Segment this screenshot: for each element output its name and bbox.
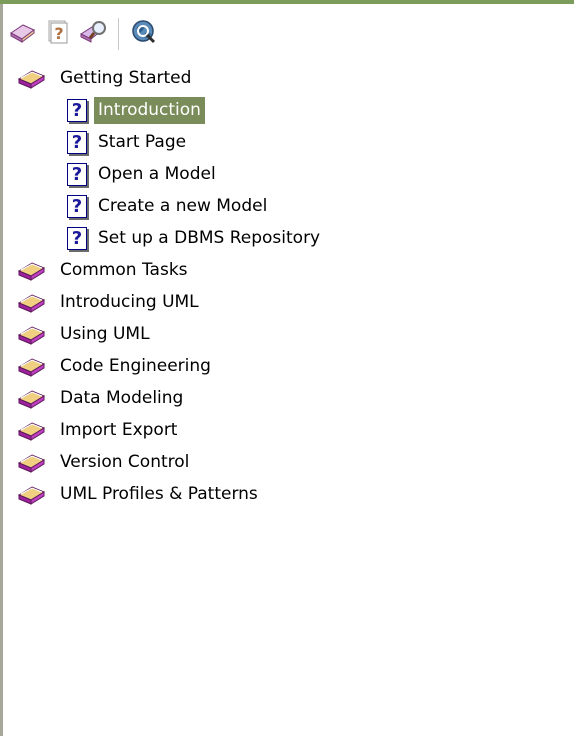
tree-item-label: Open a Model [98, 163, 216, 184]
tree-item-label: Introduction [94, 96, 205, 124]
tree-item-label: Data Modeling [60, 387, 184, 408]
tree-item-set-up-dbms-repository[interactable]: ? Set up a DBMS Repository [16, 222, 556, 254]
tree-item-label: Create a new Model [98, 195, 268, 216]
help-contents-pane: ? Getting Started ? Introduction ? Start… [0, 0, 574, 736]
web-globe-icon [130, 18, 158, 50]
tree-item-label: Start Page [98, 131, 187, 152]
tree-item-common-tasks[interactable]: Common Tasks [16, 254, 556, 286]
top-border [0, 0, 574, 4]
tree-item-label: UML Profiles & Patterns [60, 483, 258, 504]
tree-item-label: Common Tasks [60, 259, 188, 280]
tree-item-code-engineering[interactable]: Code Engineering [16, 350, 556, 382]
contents-tree: Getting Started ? Introduction ? Start P… [16, 62, 556, 510]
toolbar-separator [118, 18, 120, 50]
tree-item-label: Set up a DBMS Repository [98, 227, 321, 248]
web-button[interactable] [128, 18, 160, 50]
tree-item-using-uml[interactable]: Using UML [16, 318, 556, 350]
tree-item-label: Code Engineering [60, 355, 211, 376]
tree-item-version-control[interactable]: Version Control [16, 446, 556, 478]
svg-text:?: ? [54, 24, 63, 43]
book-icon [16, 352, 48, 380]
toolbar: ? [6, 14, 164, 54]
tree-item-import-export[interactable]: Import Export [16, 414, 556, 446]
tree-item-uml-profiles-patterns[interactable]: UML Profiles & Patterns [16, 478, 556, 510]
help-page-icon: ? [64, 128, 90, 156]
search-index-icon [79, 19, 109, 49]
book-icon [16, 256, 48, 284]
book-icon [16, 320, 48, 348]
help-button[interactable]: ? [42, 18, 74, 50]
left-border [0, 4, 3, 736]
tree-item-label: Introducing UML [60, 291, 199, 312]
contents-book-icon [8, 19, 36, 49]
contents-book-button[interactable] [6, 18, 38, 50]
help-page-icon: ? [64, 224, 90, 252]
tree-item-label: Using UML [60, 323, 150, 344]
tree-item-data-modeling[interactable]: Data Modeling [16, 382, 556, 414]
tree-item-label: Import Export [60, 419, 178, 440]
help-question-icon: ? [46, 19, 70, 49]
tree-item-introduction[interactable]: ? Introduction [16, 94, 556, 126]
tree-item-label: Getting Started [60, 67, 192, 88]
search-button[interactable] [78, 18, 110, 50]
book-icon [16, 416, 48, 444]
tree-item-create-a-new-model[interactable]: ? Create a new Model [16, 190, 556, 222]
book-icon [16, 288, 48, 316]
tree-item-open-a-model[interactable]: ? Open a Model [16, 158, 556, 190]
book-icon [16, 64, 48, 92]
book-icon [16, 448, 48, 476]
tree-item-start-page[interactable]: ? Start Page [16, 126, 556, 158]
help-page-icon: ? [64, 160, 90, 188]
help-page-icon: ? [64, 192, 90, 220]
book-icon [16, 384, 48, 412]
book-icon [16, 480, 48, 508]
tree-item-label: Version Control [60, 451, 190, 472]
tree-item-introducing-uml[interactable]: Introducing UML [16, 286, 556, 318]
help-page-icon: ? [64, 96, 90, 124]
tree-item-getting-started[interactable]: Getting Started [16, 62, 556, 94]
